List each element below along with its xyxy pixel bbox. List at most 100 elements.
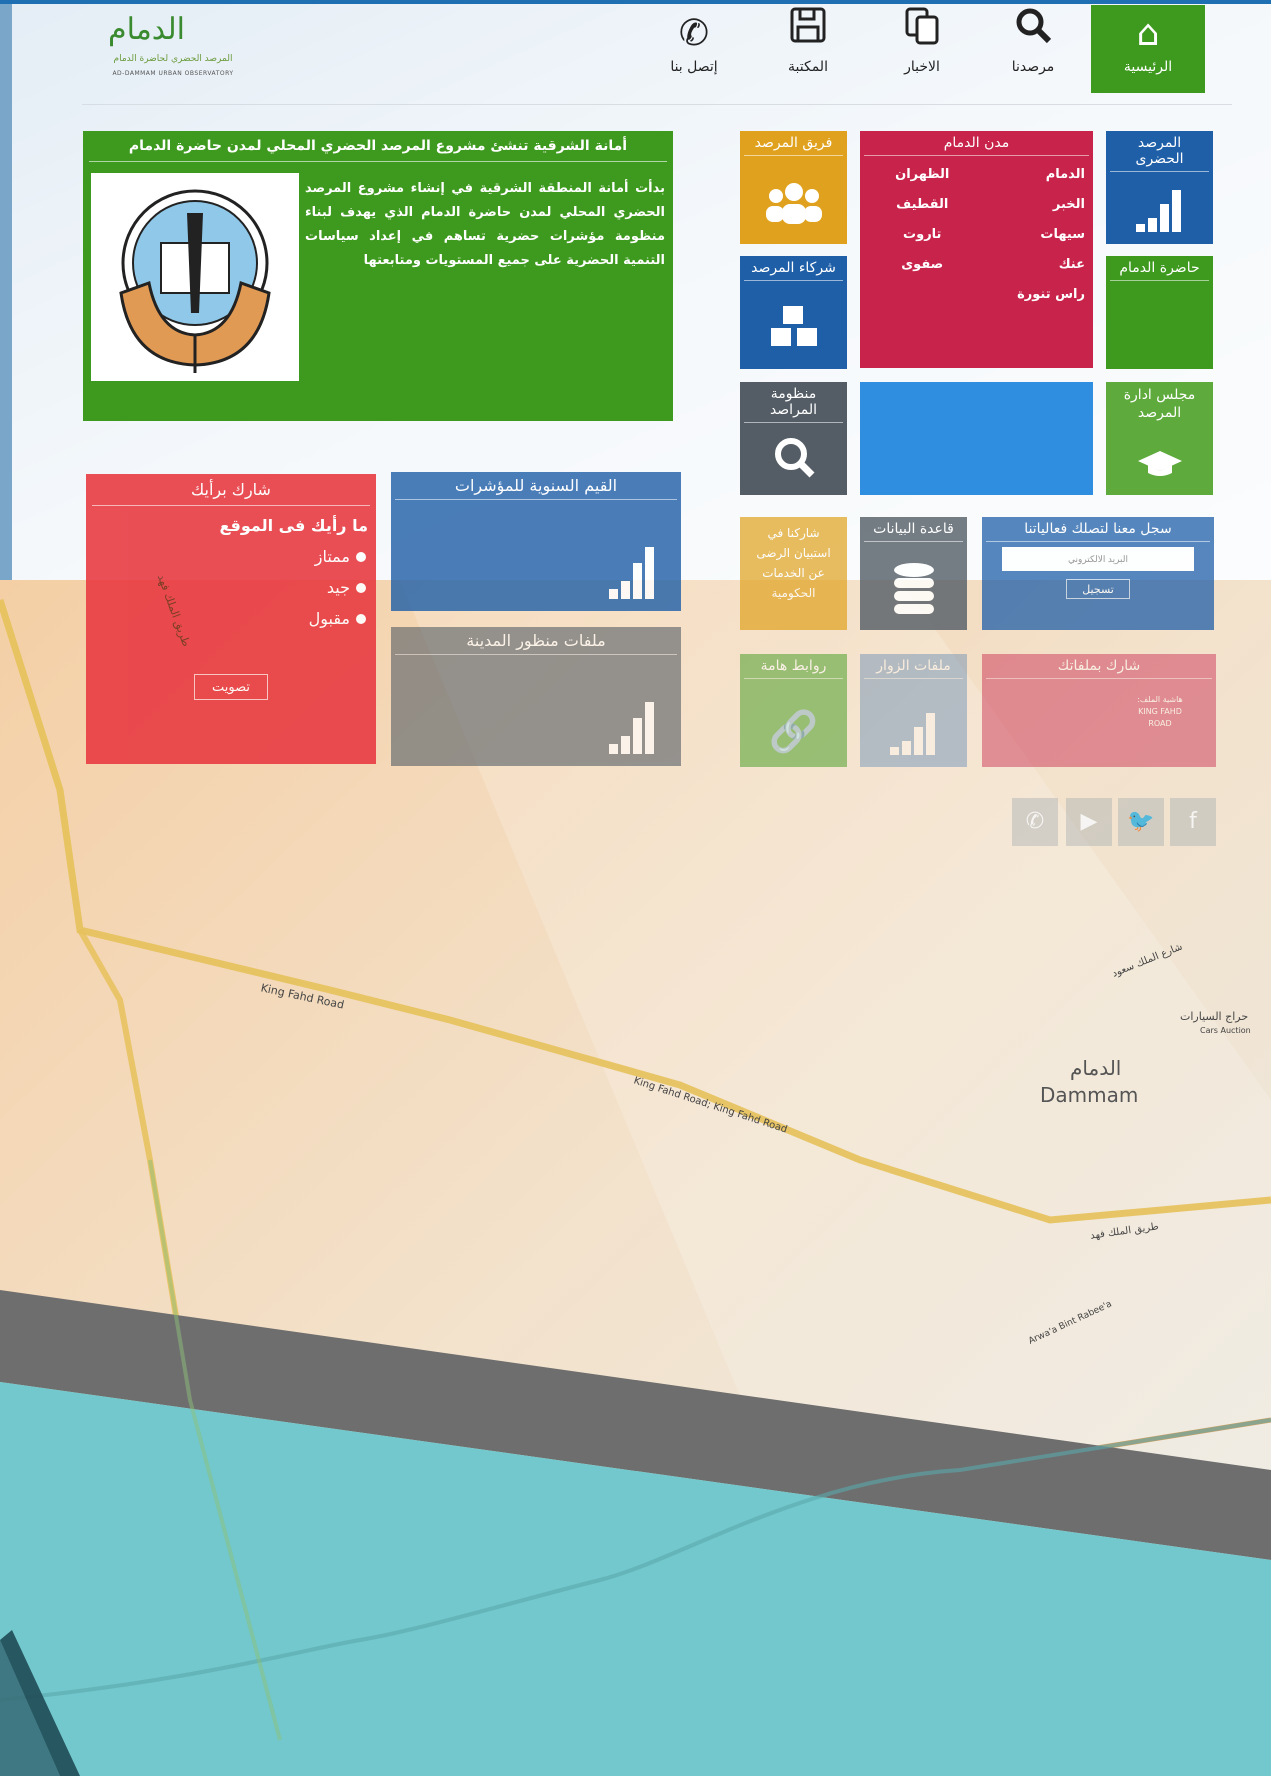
tile-title: مدن الدمام xyxy=(864,131,1089,156)
cities-left-column: الظهران القطيف تاروت صفوى xyxy=(868,167,977,287)
share-files-note: هاشية الملف: KING FAHD ROAD xyxy=(1137,695,1183,728)
cities-right-column: الدمام الخبر سيهات عنك راس تنورة xyxy=(977,167,1085,317)
left-edge xyxy=(0,0,12,580)
top-border xyxy=(0,0,1271,4)
radio-icon[interactable] xyxy=(356,552,366,562)
search-icon xyxy=(989,5,1077,55)
documents-icon xyxy=(878,5,966,55)
tile-title: مجلس ادارة المرصد xyxy=(1123,387,1196,421)
signup-button[interactable]: تسجيل xyxy=(1066,579,1130,599)
tile-database[interactable]: قاعدة البيانات xyxy=(860,517,967,630)
poll-option-label: جيد xyxy=(326,578,350,597)
phone-icon[interactable]: ✆ xyxy=(1012,798,1058,846)
vote-button[interactable]: تصويت xyxy=(194,674,268,700)
tile-title: شاركنا في استبيان الرضى عن الخدمات الحكو… xyxy=(756,526,831,600)
tile-title: ملفات منظور المدينة xyxy=(395,627,677,655)
tile-important-links[interactable]: روابط هامة 🔗 xyxy=(740,654,847,767)
nav-label: إتصل بنا xyxy=(670,59,718,75)
city-link[interactable]: الدمام xyxy=(977,167,1085,197)
link-icon: 🔗 xyxy=(768,709,819,755)
home-icon: ⌂ xyxy=(1136,13,1160,54)
tile-survey[interactable]: شاركنا في استبيان الرضى عن الخدمات الحكو… xyxy=(740,517,847,630)
city-link[interactable]: عنك xyxy=(977,257,1085,287)
nav-contact[interactable]: ✆ إتصل بنا xyxy=(650,5,738,93)
map-place-label: حراج السيارات xyxy=(1180,1010,1249,1023)
users-icon xyxy=(740,180,847,232)
nav-library[interactable]: المكتبة xyxy=(764,5,852,93)
tile-dammam-cities[interactable]: مدن الدمام الدمام الخبر سيهات عنك راس تن… xyxy=(860,131,1093,368)
bar-chart-icon xyxy=(609,702,657,754)
tile-title: حاضرة الدمام xyxy=(1110,256,1209,281)
bar-chart-icon xyxy=(609,547,657,599)
news-body: بدأت أمانة المنطقة الشرقية في إنشاء مشرو… xyxy=(305,181,665,268)
tile-share-files[interactable]: شارك بملفاتك هاشية الملف: KING FAHD ROAD xyxy=(982,654,1216,767)
nav-news[interactable]: الاخبار xyxy=(878,5,966,93)
poll-question: ما رأيك فى الموقع xyxy=(219,516,368,535)
nav-home[interactable]: ⌂ الرئيسية xyxy=(1091,5,1205,93)
tile-observatory-team[interactable]: فريق المرصد xyxy=(740,131,847,244)
tile-title: شارك بملفاتك xyxy=(986,654,1212,679)
tile-visitor-files[interactable]: ملفات الزوار xyxy=(860,654,967,767)
news-title[interactable]: أمانة الشرقية تنشئ مشروع المرصد الحضري ا… xyxy=(89,131,667,162)
database-icon xyxy=(860,562,967,618)
nav-label: مرصدنا xyxy=(1011,59,1055,75)
nav-label: الرئيسية xyxy=(1123,59,1173,75)
nav-label: المكتبة xyxy=(788,59,828,75)
tile-title: فريق المرصد xyxy=(744,131,843,156)
tile-title: روابط هامة xyxy=(744,654,843,679)
news-logo-image xyxy=(91,173,299,381)
city-link[interactable]: تاروت xyxy=(868,227,977,257)
poll-option[interactable]: ممتاز xyxy=(86,547,366,566)
poll-option-label: مقبول xyxy=(308,609,350,628)
bar-chart-icon xyxy=(860,713,967,755)
bar-chart-icon xyxy=(1106,190,1213,232)
poll-title: شارك برأيك xyxy=(92,474,370,506)
youtube-icon[interactable]: ▶ xyxy=(1066,798,1112,846)
tile-city-files[interactable]: ملفات منظور المدينة xyxy=(391,627,681,766)
tile-partners[interactable]: شركاء المرصد xyxy=(740,256,847,369)
tile-annual-indicators[interactable]: القيم السنوية للمؤشرات xyxy=(391,472,681,611)
news-panel[interactable]: أمانة الشرقية تنشئ مشروع المرصد الحضري ا… xyxy=(83,131,673,421)
map-place-label: Cars Auction xyxy=(1200,1026,1251,1035)
header-divider xyxy=(82,104,1232,105)
map-city-label-ar: الدمام xyxy=(1070,1056,1122,1080)
facebook-icon[interactable]: f xyxy=(1170,798,1216,846)
city-link[interactable]: راس تنورة xyxy=(977,287,1085,317)
city-link[interactable]: الخبر xyxy=(977,197,1085,227)
city-link[interactable]: القطيف xyxy=(868,197,977,227)
tile-title: ملفات الزوار xyxy=(864,654,963,679)
city-link[interactable]: الظهران xyxy=(868,167,977,197)
cubes-icon xyxy=(740,303,847,357)
poll-option-label: ممتاز xyxy=(314,547,350,566)
city-link[interactable]: سيهات xyxy=(977,227,1085,257)
poll-option[interactable]: مقبول xyxy=(86,609,366,628)
nav-label: الاخبار xyxy=(904,59,940,75)
tile-signup: سجل معنا لتصلك فعالياتنا تسجيل xyxy=(982,517,1214,630)
tile-title: القيم السنوية للمؤشرات xyxy=(395,472,677,500)
search-icon xyxy=(740,435,847,483)
tile-blank[interactable] xyxy=(860,382,1093,495)
tile-title: شركاء المرصد xyxy=(744,256,843,281)
tile-board-council[interactable]: مجلس ادارة المرصد xyxy=(1106,382,1213,495)
tile-dammam-metro[interactable]: حاضرة الدمام xyxy=(1106,256,1213,369)
nav-observatory[interactable]: مرصدنا xyxy=(989,5,1077,93)
poll-option[interactable]: جيد xyxy=(86,578,366,597)
tile-urban-observatory[interactable]: المرصد الحضرى xyxy=(1106,131,1213,244)
tile-observatory-network[interactable]: منظومة المراصد xyxy=(740,382,847,495)
tile-title: سجل معنا لتصلك فعالياتنا xyxy=(986,517,1210,542)
map-city-label-en: Dammam xyxy=(1040,1083,1139,1107)
twitter-icon[interactable]: 🐦 xyxy=(1118,798,1164,846)
tile-title: المرصد الحضرى xyxy=(1110,131,1209,172)
city-link[interactable]: صفوى xyxy=(868,257,977,287)
radio-icon[interactable] xyxy=(356,583,366,593)
graduation-cap-icon xyxy=(1106,449,1213,483)
radio-icon[interactable] xyxy=(356,614,366,624)
logo-subtitle: المرصد الحضري لحاضرة الدمام xyxy=(113,54,233,64)
poll-panel: شارك برأيك ما رأيك فى الموقع ممتاز جيد م… xyxy=(86,474,376,764)
save-icon xyxy=(764,5,852,55)
site-logo[interactable]: الدمام المرصد الحضري لحاضرة الدمام AD-DA… xyxy=(88,12,258,82)
email-input[interactable] xyxy=(1002,547,1194,571)
phone-icon: ✆ xyxy=(678,13,710,54)
logo-english: AD-DAMMAM URBAN OBSERVATORY xyxy=(112,70,234,77)
logo-title: الدمام xyxy=(108,12,186,47)
